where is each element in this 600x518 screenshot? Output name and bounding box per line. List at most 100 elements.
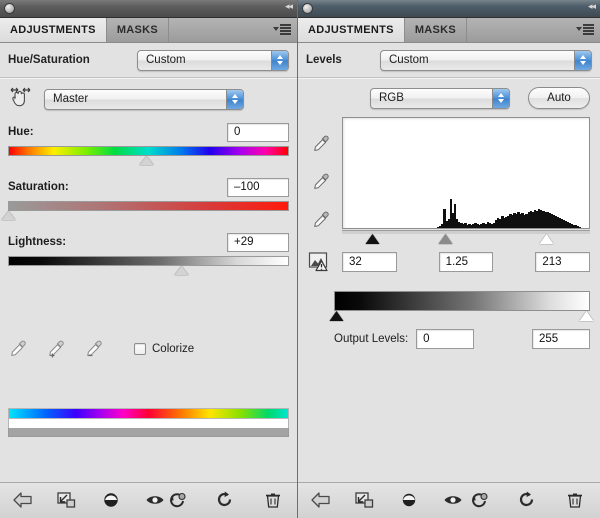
eyedropper-black-icon[interactable]: [311, 134, 331, 154]
hue-track[interactable]: [8, 146, 289, 156]
tab-masks[interactable]: MASKS: [106, 18, 170, 42]
lightness-slider-thumb[interactable]: [175, 266, 190, 276]
preset-select[interactable]: Custom: [137, 49, 289, 71]
preset-select-right[interactable]: Custom: [380, 49, 592, 71]
spectrum-white-gap: [8, 419, 289, 428]
adjustment-title: Hue/Saturation: [8, 54, 90, 66]
panel-menu-icon[interactable]: [273, 24, 291, 35]
view-previous-state-icon-right[interactable]: [398, 490, 420, 512]
histogram-warning-icon[interactable]: [308, 251, 334, 273]
panel-menu-icon-right[interactable]: [576, 24, 594, 35]
colorize-checkbox-group[interactable]: Colorize: [134, 343, 194, 355]
left-panel-toolbar: [0, 482, 297, 518]
channel-select[interactable]: Master: [44, 88, 244, 110]
output-white-thumb[interactable]: [580, 311, 595, 322]
collapse-to-icons-icon-right[interactable]: ◂◂: [588, 3, 596, 12]
colorize-label: Colorize: [152, 343, 195, 355]
saturation-value-input[interactable]: –100: [227, 177, 289, 197]
saturation-slider-block: Saturation: –100: [0, 174, 297, 223]
input-gamma-field[interactable]: 1.25: [438, 252, 494, 272]
output-white-field[interactable]: 255: [532, 329, 590, 349]
saturation-track[interactable]: [8, 201, 289, 211]
left-panel-tabstrip: ADJUSTMENTS MASKS: [0, 18, 297, 43]
saturation-slider-thumb[interactable]: [2, 211, 17, 221]
right-preset-row: Levels Custom: [298, 43, 600, 77]
channel-stepper-icon[interactable]: [226, 89, 243, 109]
clip-to-layer-icon-right[interactable]: [354, 490, 376, 512]
channel-row: Master: [0, 79, 297, 119]
output-levels-track[interactable]: [334, 291, 590, 311]
eyedropper-icon[interactable]: [8, 339, 28, 359]
window-close-dot-right[interactable]: [302, 3, 313, 14]
toolbar-left-group-right: [298, 490, 464, 512]
reset-adjustment-icon-right[interactable]: [516, 490, 538, 512]
spectrum-bar: [8, 408, 289, 419]
toolbar-left-group: [0, 490, 166, 512]
input-white-thumb[interactable]: [539, 234, 554, 245]
eyedropper-minus-icon[interactable]: [84, 339, 104, 359]
eyedropper-gray-icon[interactable]: [311, 172, 331, 192]
lightness-track[interactable]: [8, 256, 289, 266]
reset-adjustment-icon[interactable]: [214, 490, 236, 512]
left-panel-titlebar: ◂◂: [0, 0, 297, 18]
targeted-adjustment-tool-icon[interactable]: [8, 86, 34, 112]
hue-value-input[interactable]: 0: [227, 122, 289, 142]
hue-row: Hue: 0: [8, 119, 289, 145]
output-black-field[interactable]: 0: [416, 329, 475, 349]
lightness-value-input[interactable]: +29: [227, 232, 289, 252]
color-range-bar[interactable]: [8, 428, 289, 437]
eyedropper-row: Colorize: [0, 332, 297, 366]
clip-to-layer-icon[interactable]: [56, 490, 78, 512]
toggle-visibility-icon-right[interactable]: [442, 490, 464, 512]
levels-channel-select[interactable]: RGB: [370, 87, 510, 109]
input-black-thumb[interactable]: [366, 234, 381, 245]
reset-to-previous-icon-right[interactable]: [468, 490, 490, 512]
preset-stepper-icon-right[interactable]: [574, 50, 591, 70]
collapse-to-icons-icon[interactable]: ◂◂: [285, 3, 293, 12]
tab-adjustments[interactable]: ADJUSTMENTS: [0, 18, 107, 42]
reset-to-previous-icon[interactable]: [166, 490, 188, 512]
back-arrow-icon-right[interactable]: [310, 490, 332, 512]
adjustment-title-right: Levels: [306, 54, 342, 66]
saturation-row: Saturation: –100: [8, 174, 289, 200]
input-gamma-thumb[interactable]: [439, 234, 454, 245]
right-panel-titlebar: ◂◂: [298, 0, 600, 18]
hamburger-lines-icon-right: [583, 24, 594, 35]
view-previous-state-icon[interactable]: [100, 490, 122, 512]
back-arrow-icon[interactable]: [12, 490, 34, 512]
right-panel-toolbar: [298, 482, 600, 518]
tab-adjustments-right[interactable]: ADJUSTMENTS: [298, 18, 405, 42]
levels-channel-stepper-icon[interactable]: [492, 88, 509, 108]
levels-eyedropper-column: [308, 117, 334, 247]
saturation-label: Saturation:: [8, 181, 69, 193]
photoshop-adjustments-panels: ◂◂ ADJUSTMENTS MASKS Hue/Saturation Cust…: [0, 0, 600, 518]
preset-stepper-icon[interactable]: [271, 50, 288, 70]
eyedropper-plus-icon[interactable]: [46, 339, 66, 359]
rgb-channel-row: RGB Auto: [298, 79, 600, 117]
toolbar-right-group-right: [468, 490, 600, 512]
left-panel-body: Hue/Saturation Custom Master Hue: 0 Satu…: [0, 43, 297, 518]
hue-label: Hue:: [8, 126, 34, 138]
preset-value: Custom: [146, 54, 186, 66]
levels-channel-value: RGB: [379, 92, 404, 104]
delete-adjustment-icon[interactable]: [262, 490, 284, 512]
output-levels-row: Output Levels: 0 255: [298, 324, 600, 354]
hue-slider-thumb[interactable]: [140, 156, 155, 166]
output-black-thumb[interactable]: [329, 311, 344, 322]
eyedropper-white-icon[interactable]: [311, 210, 331, 230]
right-panel-body: Levels Custom RGB Auto 32 1.25 213 Outpu…: [298, 43, 600, 518]
delete-adjustment-icon-right[interactable]: [564, 490, 586, 512]
colorize-checkbox[interactable]: [134, 343, 146, 355]
auto-button[interactable]: Auto: [528, 87, 590, 109]
chevron-down-icon: [273, 27, 279, 32]
input-white-point-field[interactable]: 213: [535, 252, 591, 272]
input-levels-thumbs: [342, 234, 590, 247]
tab-masks-right[interactable]: MASKS: [404, 18, 468, 42]
input-black-point-field[interactable]: 32: [342, 252, 397, 272]
lightness-row: Lightness: +29: [8, 229, 289, 255]
saturation-thumb-wrap: [8, 211, 289, 223]
output-levels-label: Output Levels:: [334, 333, 409, 345]
hue-thumb-wrap: [8, 156, 289, 168]
toggle-visibility-icon[interactable]: [144, 490, 166, 512]
window-close-dot[interactable]: [4, 3, 15, 14]
